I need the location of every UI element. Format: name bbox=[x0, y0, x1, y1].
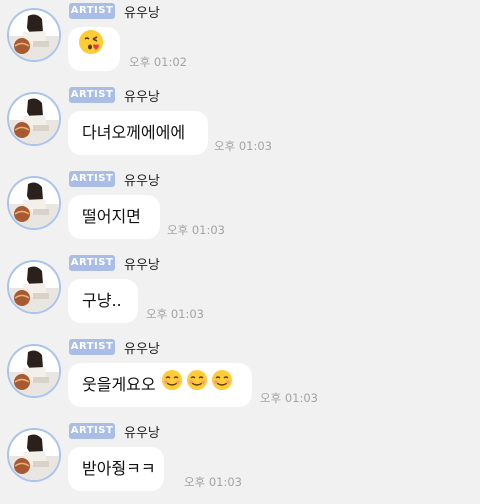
avatar[interactable] bbox=[9, 10, 59, 60]
avatar[interactable] bbox=[9, 346, 59, 396]
chat-message: ARTIST 유우낭 떨어지면 오후 01:03 bbox=[0, 168, 480, 252]
avatar[interactable] bbox=[9, 262, 59, 312]
sender-name: 유우낭 bbox=[124, 6, 160, 21]
sender-name: 유우낭 bbox=[124, 426, 160, 441]
avatar[interactable] bbox=[9, 94, 59, 144]
chat-message: ARTIST 유우낭 구냥.. 오후 01:03 bbox=[0, 252, 480, 336]
avatar[interactable] bbox=[9, 430, 59, 480]
message-bubble[interactable] bbox=[68, 27, 120, 71]
message-text: 구냥.. bbox=[82, 291, 122, 310]
chat-message: ARTIST 유우낭 웃을게요오 오후 01:03 bbox=[0, 336, 480, 420]
artist-badge: ARTIST bbox=[69, 87, 115, 103]
chat-message: ARTIST 유우낭 오후 01:02 bbox=[0, 0, 480, 84]
sender-name: 유우낭 bbox=[124, 174, 160, 189]
timestamp: 오후 01:03 bbox=[167, 223, 225, 237]
kissing-face-emoji-icon bbox=[78, 28, 104, 72]
timestamp: 오후 01:03 bbox=[146, 307, 204, 321]
avatar[interactable] bbox=[9, 178, 59, 228]
artist-badge: ARTIST bbox=[69, 171, 115, 187]
sender-name: 유우낭 bbox=[124, 258, 160, 273]
artist-badge: ARTIST bbox=[69, 255, 115, 271]
message-bubble[interactable]: 받아줭ㅋㅋ bbox=[68, 447, 164, 491]
sender-name: 유우낭 bbox=[124, 90, 160, 105]
timestamp: 오후 01:03 bbox=[184, 475, 242, 489]
message-bubble[interactable]: 떨어지면 bbox=[68, 195, 160, 239]
message-text: 다녀오께에에에 bbox=[82, 123, 186, 142]
sender-name: 유우낭 bbox=[124, 342, 160, 357]
smiling-face-emoji-icon bbox=[161, 364, 233, 408]
message-bubble[interactable]: 웃을게요오 bbox=[68, 363, 252, 407]
message-text: 웃을게요오 bbox=[82, 375, 156, 394]
timestamp: 오후 01:02 bbox=[129, 55, 187, 69]
artist-badge: ARTIST bbox=[69, 339, 115, 355]
artist-badge: ARTIST bbox=[69, 3, 115, 19]
chat-message: ARTIST 유우낭 받아줭ㅋㅋ 오후 01:03 bbox=[0, 420, 480, 504]
artist-badge: ARTIST bbox=[69, 423, 115, 439]
message-text: 받아줭ㅋㅋ bbox=[82, 459, 156, 478]
chat-message: ARTIST 유우낭 다녀오께에에에 오후 01:03 bbox=[0, 84, 480, 168]
message-bubble[interactable]: 구냥.. bbox=[68, 279, 138, 323]
message-bubble[interactable]: 다녀오께에에에 bbox=[68, 111, 208, 155]
timestamp: 오후 01:03 bbox=[214, 139, 272, 153]
message-text: 떨어지면 bbox=[82, 207, 141, 226]
timestamp: 오후 01:03 bbox=[260, 391, 318, 405]
